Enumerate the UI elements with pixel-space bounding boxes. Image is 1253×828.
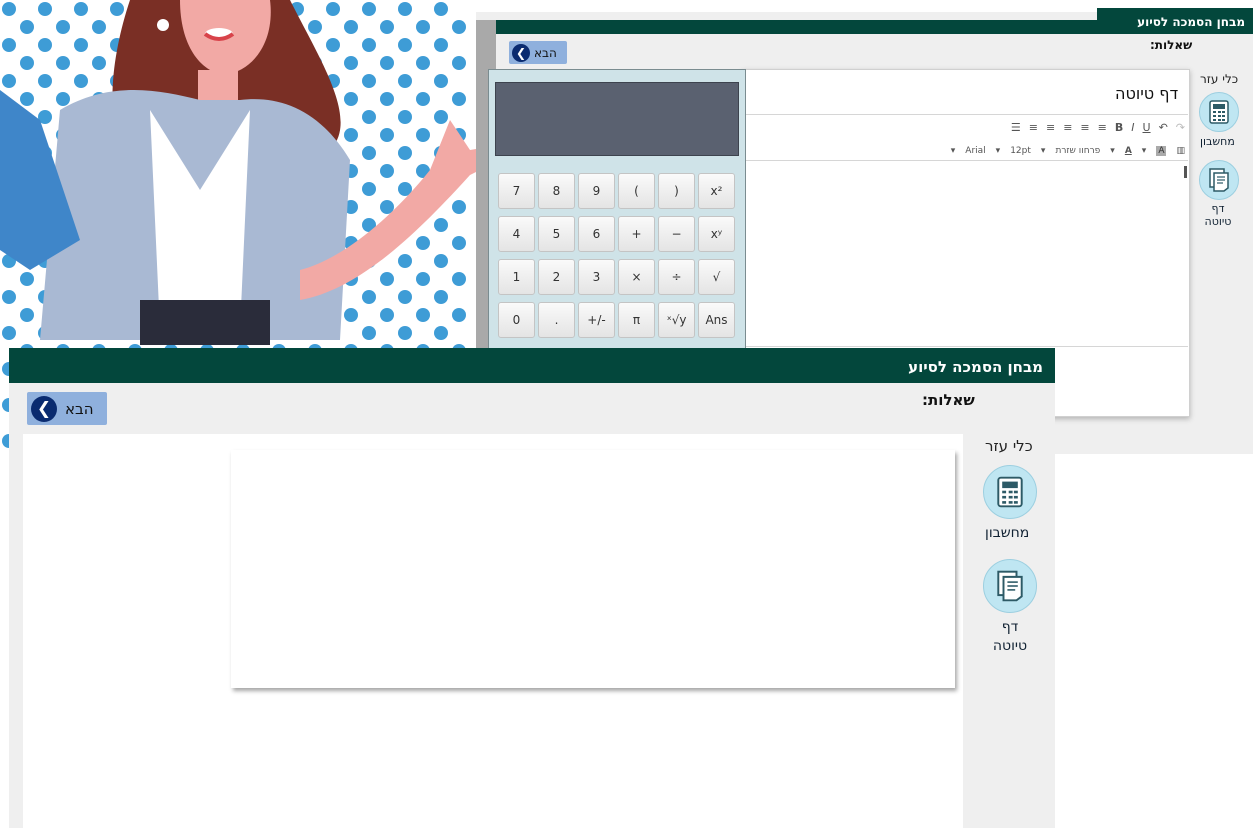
- calculator-icon[interactable]: [983, 465, 1037, 519]
- question-card: [231, 450, 955, 688]
- divider: [742, 346, 1188, 347]
- calc-key[interactable]: 8: [538, 173, 575, 209]
- editor-toolbar-fonts: ▾ Arial ▾ 12pt ▾ פרחוו שזרת ▾ A ▾ A ▥: [860, 142, 1185, 160]
- editor-scrollbar[interactable]: [1184, 166, 1187, 178]
- back-calculator-label: מחשבון: [1200, 135, 1235, 148]
- calc-key[interactable]: −: [658, 216, 695, 252]
- table-icon[interactable]: ▥: [1176, 146, 1185, 156]
- calc-key[interactable]: ˣ√y: [658, 302, 695, 338]
- font-size-select[interactable]: 12pt: [1010, 146, 1031, 156]
- numbered-list-icon[interactable]: ≡: [1029, 121, 1038, 134]
- dropdown-arrow-icon[interactable]: ▾: [1142, 146, 1147, 156]
- editor-toolbar-formatting: ☰ ≡ ≡ ≡ ≡ ≡ B I U ↶ ↷: [900, 118, 1185, 136]
- front-calculator-label: מחשבון: [985, 525, 1030, 541]
- chevron-left-icon: ❮: [512, 43, 530, 62]
- draft-page-icon[interactable]: [1199, 160, 1239, 200]
- calc-key[interactable]: ): [658, 173, 695, 209]
- front-next-button[interactable]: ❮ הבא: [27, 392, 107, 425]
- dropdown-arrow-icon[interactable]: ▾: [1041, 146, 1046, 156]
- calc-key[interactable]: 6: [578, 216, 615, 252]
- calc-key[interactable]: 0: [498, 302, 535, 338]
- calc-key[interactable]: 9: [578, 173, 615, 209]
- justify-icon[interactable]: ≡: [1098, 121, 1107, 134]
- calculator-icon[interactable]: [1199, 92, 1239, 132]
- align-center-icon[interactable]: ≡: [1063, 121, 1072, 134]
- calc-key[interactable]: 3: [578, 259, 615, 295]
- back-tools-label: כלי עזר: [1200, 72, 1239, 86]
- calc-key[interactable]: 2: [538, 259, 575, 295]
- calc-key[interactable]: ÷: [658, 259, 695, 295]
- calc-key[interactable]: 7: [498, 173, 535, 209]
- italic-button[interactable]: I: [1131, 121, 1134, 134]
- calc-key[interactable]: ×: [618, 259, 655, 295]
- draft-page-icon[interactable]: [983, 559, 1037, 613]
- calc-key[interactable]: +: [618, 216, 655, 252]
- back-next-button[interactable]: ❮ הבא: [509, 41, 567, 64]
- calc-key[interactable]: x²: [698, 173, 735, 209]
- calc-key[interactable]: 5: [538, 216, 575, 252]
- dropdown-arrow-icon[interactable]: ▾: [996, 146, 1001, 156]
- front-draft-label: דף טיוטה: [992, 619, 1028, 654]
- next-label: הבא: [65, 399, 94, 418]
- font-style-select[interactable]: פרחוו שזרת: [1055, 146, 1100, 156]
- text-color-button[interactable]: A: [1125, 146, 1132, 156]
- front-questions-label: שאלות:: [922, 391, 975, 409]
- dropdown-arrow-icon[interactable]: ▾: [1110, 146, 1115, 156]
- dropdown-arrow-icon[interactable]: ▾: [951, 146, 956, 156]
- calc-key[interactable]: 1: [498, 259, 535, 295]
- calculator-display: [495, 82, 739, 156]
- chevron-left-icon: ❮: [31, 395, 57, 422]
- back-questions-label: שאלות:: [1150, 38, 1193, 52]
- underline-button[interactable]: U: [1143, 121, 1151, 134]
- bold-button[interactable]: B: [1115, 121, 1123, 134]
- front-tools-label: כלי עזר: [985, 437, 1033, 455]
- calc-key[interactable]: π: [618, 302, 655, 338]
- redo-icon[interactable]: ↷: [1176, 121, 1185, 134]
- calculator-keypad: 7 8 9 ( ) x² 4 5 6 + − xʸ 1 2 3 × ÷ √ 0 …: [498, 173, 740, 338]
- calc-key[interactable]: 4: [498, 216, 535, 252]
- calc-key[interactable]: √: [698, 259, 735, 295]
- calc-key[interactable]: (: [618, 173, 655, 209]
- front-exam-title: מבחן הסמכה לסיוע: [9, 348, 1055, 383]
- calc-key[interactable]: .: [538, 302, 575, 338]
- bullet-list-icon[interactable]: ☰: [1011, 121, 1021, 134]
- align-left-icon[interactable]: ≡: [1046, 121, 1055, 134]
- back-draft-label: דף טיוטה: [1204, 202, 1232, 228]
- align-right-icon[interactable]: ≡: [1080, 121, 1089, 134]
- font-name-select[interactable]: Arial: [965, 146, 985, 156]
- draft-editor-title: דף טיוטה: [1115, 84, 1179, 103]
- divider: [742, 114, 1188, 115]
- back-exam-title: מבחן הסמכה לסיוע: [1097, 8, 1253, 34]
- divider: [742, 160, 1188, 161]
- next-label: הבא: [534, 45, 557, 60]
- calc-key[interactable]: +/-: [578, 302, 615, 338]
- highlight-color-icon[interactable]: A: [1156, 146, 1167, 156]
- calc-key[interactable]: Ans: [698, 302, 735, 338]
- calc-key[interactable]: xʸ: [698, 216, 735, 252]
- undo-icon[interactable]: ↶: [1159, 121, 1168, 134]
